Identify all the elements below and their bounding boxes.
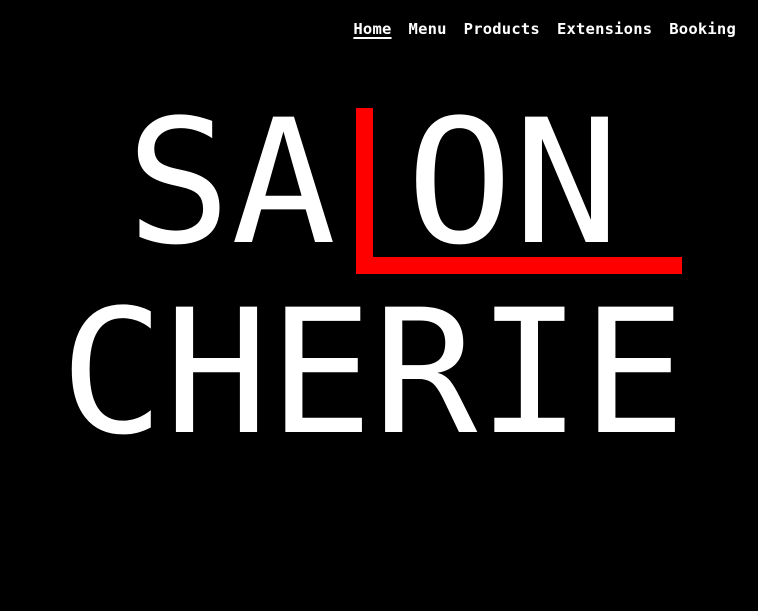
salon-cherie-logo: SA ON CHERIE bbox=[0, 0, 758, 611]
logo-text-cherie: CHERIE bbox=[60, 272, 686, 473]
logo-text-sa: SA bbox=[126, 82, 336, 283]
logo-text-on: ON bbox=[406, 82, 620, 283]
logo-red-l-vertical bbox=[356, 108, 373, 274]
logo-graphic: SA ON CHERIE bbox=[60, 82, 686, 473]
